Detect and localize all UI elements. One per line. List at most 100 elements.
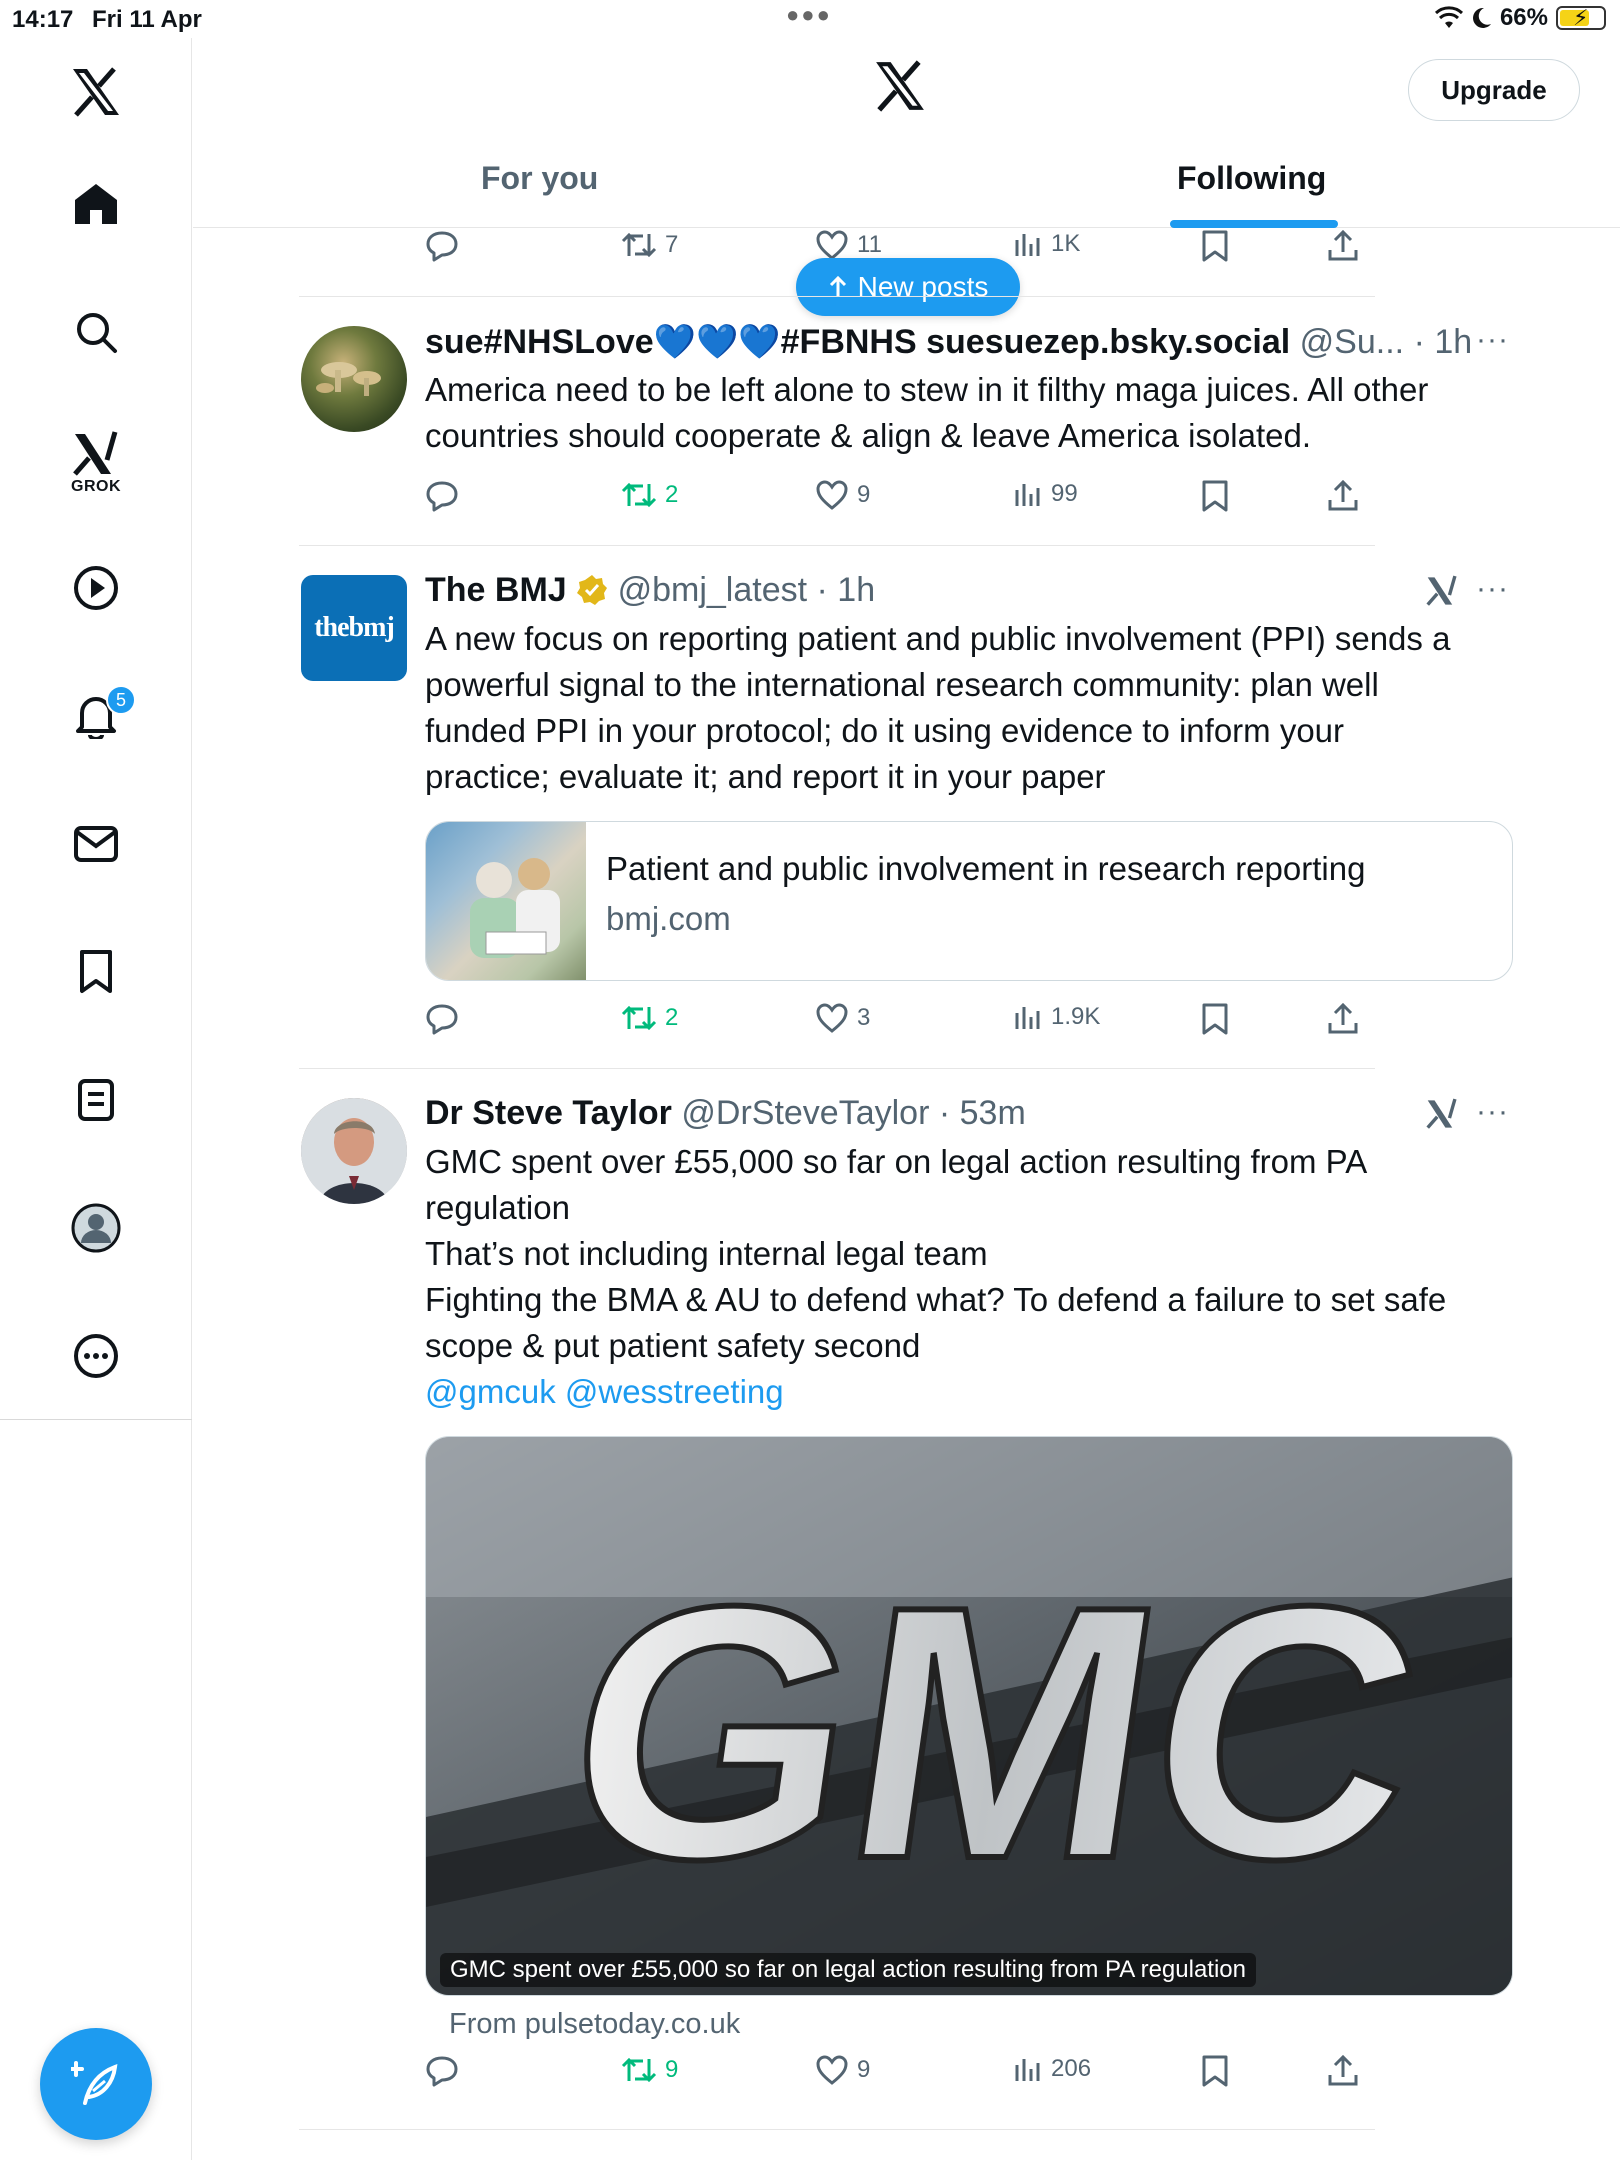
link-card[interactable]: Patient and public involvement in resear… xyxy=(425,821,1513,981)
author-name[interactable]: Dr Steve Taylor xyxy=(425,1094,672,1132)
share-button[interactable] xyxy=(1327,1003,1359,1035)
gmc-sign-text: GMC xyxy=(546,1531,1443,1934)
multitasking-dots-icon[interactable]: ●●● xyxy=(786,2,832,28)
battery-icon: ⚡ xyxy=(1556,5,1606,30)
reply-button[interactable] xyxy=(425,1003,459,1035)
views-count: 1K xyxy=(1051,230,1081,257)
tab-for-you[interactable]: For you xyxy=(481,160,598,197)
sidebar-item-grok[interactable] xyxy=(64,422,128,486)
like-button[interactable]: 9 xyxy=(815,480,870,510)
views-button[interactable]: 206 xyxy=(1013,2055,1091,2083)
avatar[interactable]: thebmj xyxy=(301,575,407,681)
tab-following[interactable]: Following xyxy=(1177,160,1326,197)
author-handle[interactable]: @Su... xyxy=(1300,323,1404,361)
tweet-text: A new focus on reporting patient and pub… xyxy=(425,616,1485,800)
status-indicators: 66% ⚡ xyxy=(1434,4,1606,32)
author-handle[interactable]: @bmj_latest xyxy=(618,571,807,609)
sidebar-item-messages[interactable] xyxy=(64,812,128,876)
repost-button[interactable]: 2 xyxy=(621,1003,678,1033)
bookmark-button[interactable] xyxy=(1201,230,1229,262)
upgrade-button[interactable]: Upgrade xyxy=(1408,59,1580,121)
more-options-icon[interactable]: ··· xyxy=(1476,1095,1509,1129)
share-button[interactable] xyxy=(1327,2055,1359,2087)
new-posts-pill[interactable]: New posts xyxy=(796,258,1020,316)
tweet-time[interactable]: 1h xyxy=(837,571,875,609)
tweet-actions: 9 9 206 xyxy=(425,2055,1365,2105)
sidebar-item-videos[interactable] xyxy=(64,556,128,620)
reply-icon xyxy=(426,481,458,512)
avatar[interactable] xyxy=(301,326,407,432)
reply-icon xyxy=(426,231,458,262)
grok-explain-icon[interactable] xyxy=(1425,1096,1459,1137)
new-posts-label: New posts xyxy=(857,271,989,302)
reply-button[interactable] xyxy=(425,230,459,262)
bookmark-button[interactable] xyxy=(1201,480,1229,512)
views-button[interactable]: 99 xyxy=(1013,480,1078,508)
heart-icon xyxy=(816,2055,848,2085)
x-logo-icon xyxy=(73,67,119,117)
views-button[interactable]: 1K xyxy=(1013,230,1080,258)
play-icon xyxy=(74,566,118,610)
battery-percent: 66% xyxy=(1499,4,1548,31)
tweet-header: sue#NHSLove💙💙💙#FBNHS suesuezep.bsky.soci… xyxy=(425,323,1473,361)
profile-avatar-icon xyxy=(71,1203,121,1253)
like-button[interactable]: 11 xyxy=(815,230,882,260)
x-logo-icon xyxy=(876,60,924,112)
share-button[interactable] xyxy=(1327,480,1359,512)
search-icon xyxy=(77,313,117,353)
avatar[interactable] xyxy=(301,1098,407,1204)
sidebar-divider xyxy=(0,1419,192,1420)
like-button[interactable]: 3 xyxy=(815,1003,870,1033)
views-icon xyxy=(1015,484,1040,506)
sidebar-item-bookmarks[interactable] xyxy=(64,940,128,1004)
tweet-text-line: That’s not including internal legal team xyxy=(425,1235,988,1272)
heart-icon xyxy=(816,1003,848,1033)
media-source[interactable]: From pulsetoday.co.uk xyxy=(449,2008,740,2041)
sidebar-item-more[interactable] xyxy=(64,1324,128,1388)
repost-button[interactable]: 9 xyxy=(621,2055,678,2085)
repost-button[interactable]: 2 xyxy=(621,480,678,510)
more-options-icon[interactable]: ··· xyxy=(1476,572,1509,606)
status-bar: 14:17 Fri 11 Apr ●●● 66% ⚡ xyxy=(0,0,1620,38)
tweet-divider xyxy=(299,545,1375,546)
bookmark-icon xyxy=(1202,480,1228,512)
media-caption: GMC spent over £55,000 so far on legal a… xyxy=(440,1953,1256,1987)
tweet-divider xyxy=(299,2129,1375,2130)
notification-badge: 5 xyxy=(106,685,136,715)
header-x-logo xyxy=(873,60,927,117)
list-icon xyxy=(78,1079,114,1121)
tweet-actions: 2 3 1.9K xyxy=(425,1003,1365,1053)
author-name[interactable]: The BMJ xyxy=(425,571,567,609)
bookmark-button[interactable] xyxy=(1201,2055,1229,2087)
sidebar-item-lists[interactable] xyxy=(64,1068,128,1132)
sidebar-item-home[interactable] xyxy=(64,172,128,236)
share-button[interactable] xyxy=(1327,230,1359,262)
bookmark-icon xyxy=(1202,2055,1228,2087)
tweet-time[interactable]: 1h xyxy=(1434,323,1472,361)
tweet-time[interactable]: 53m xyxy=(960,1094,1026,1132)
author-name[interactable]: sue#NHSLove💙💙💙#FBNHS suesuezep.bsky.soci… xyxy=(425,323,1290,361)
grok-explain-icon[interactable] xyxy=(1425,573,1459,614)
like-count: 11 xyxy=(857,231,882,258)
sidebar-x-logo[interactable] xyxy=(64,60,128,124)
timeline-feed[interactable]: 7 11 1K New posts sue#NHSLove💙💙💙#FBNHS s… xyxy=(193,229,1620,2160)
heart-icon xyxy=(816,230,848,260)
tweet-mentions[interactable]: @gmcuk @wesstreeting xyxy=(425,1369,1485,1415)
like-count: 9 xyxy=(857,2056,871,2083)
reply-button[interactable] xyxy=(425,480,459,512)
compose-post-button[interactable] xyxy=(40,2028,152,2140)
author-handle[interactable]: @DrSteveTaylor xyxy=(681,1094,929,1132)
repost-button[interactable]: 7 xyxy=(621,230,678,260)
tweet-media-image[interactable]: GMC GMC spent over £55,000 so far on leg… xyxy=(425,1436,1513,1996)
views-button[interactable]: 1.9K xyxy=(1013,1003,1100,1031)
sidebar-item-explore[interactable] xyxy=(64,300,128,364)
more-options-icon[interactable]: ··· xyxy=(1476,323,1509,357)
reply-button[interactable] xyxy=(425,2055,459,2087)
heart-icon xyxy=(816,480,848,510)
like-button[interactable]: 9 xyxy=(815,2055,870,2085)
sidebar-item-profile[interactable] xyxy=(64,1196,128,1260)
tweet-text-line: powerful signal to the international res… xyxy=(425,666,1379,703)
repost-icon xyxy=(621,482,657,508)
like-count: 3 xyxy=(857,1004,871,1031)
bookmark-button[interactable] xyxy=(1201,1003,1229,1035)
